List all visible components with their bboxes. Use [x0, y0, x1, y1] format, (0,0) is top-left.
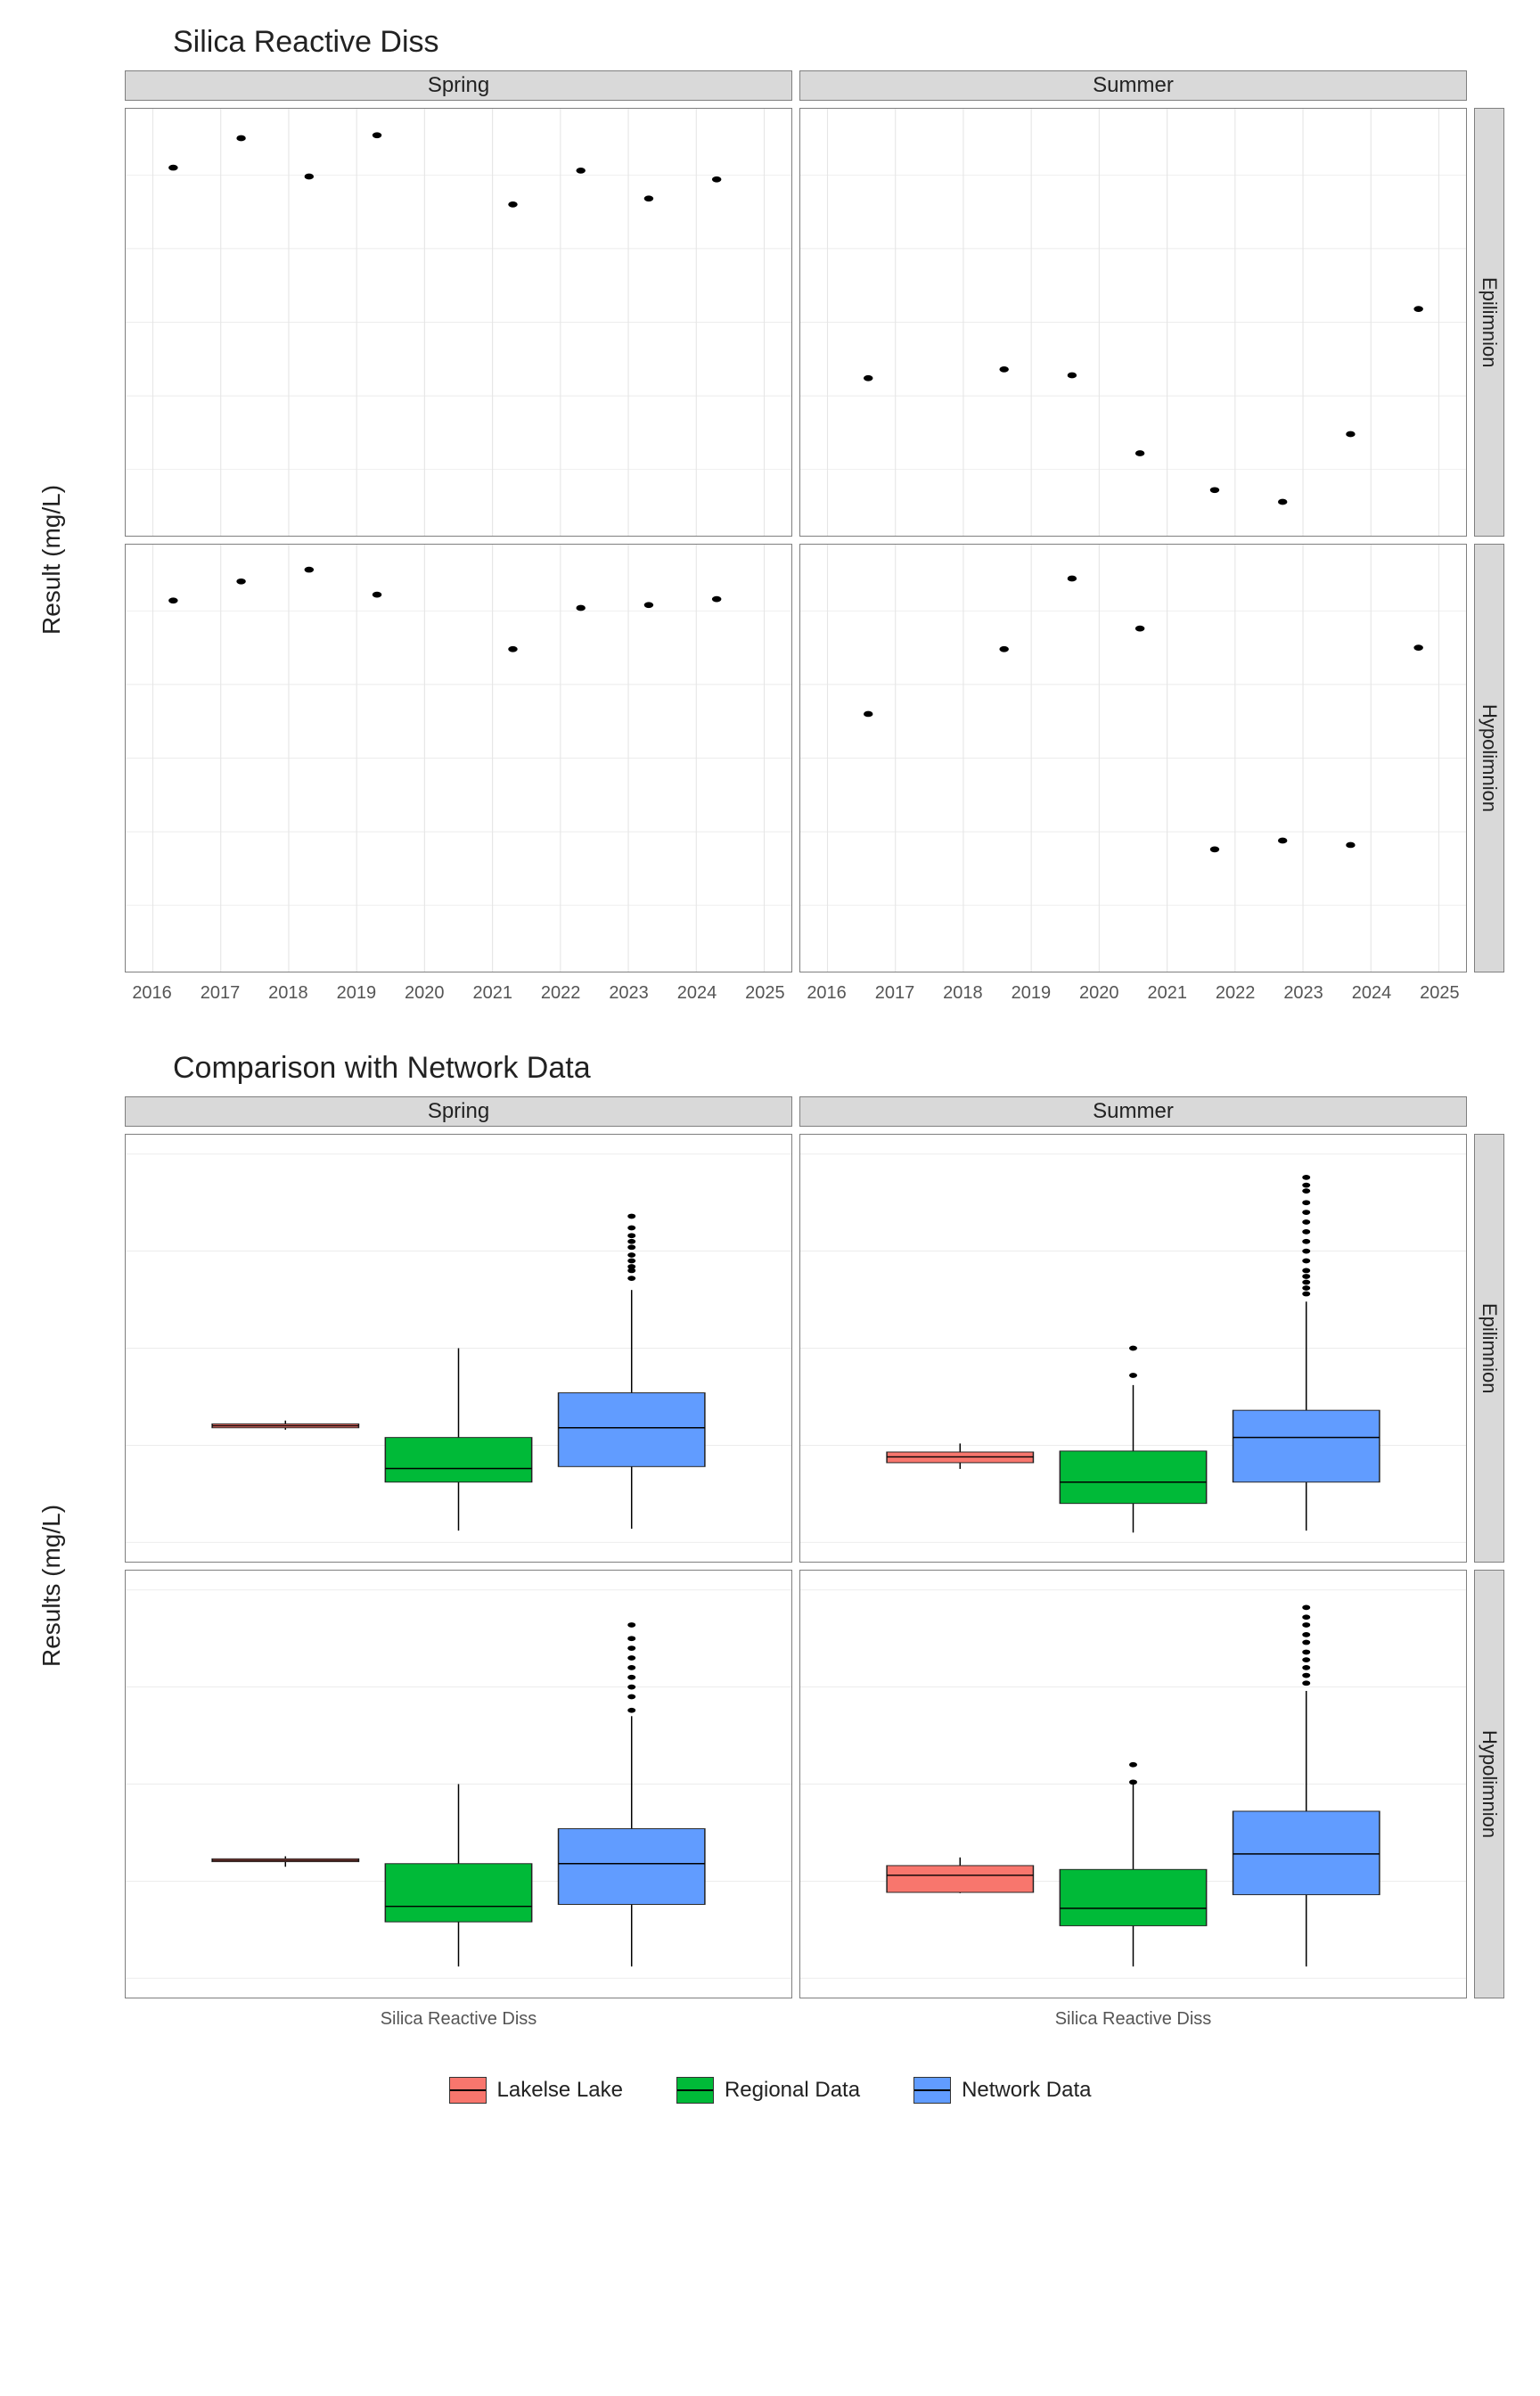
box-ylabel: Results (mg/L)	[37, 1505, 66, 1667]
legend: Lakelse Lake Regional Data Network Data	[36, 2077, 1504, 2104]
facet-col-strip: Spring	[125, 70, 792, 101]
legend-swatch	[913, 2077, 951, 2104]
x-tick: 2024	[677, 983, 717, 1004]
legend-label: Network Data	[962, 2078, 1091, 2103]
box-panel: 05101520	[125, 1134, 792, 1563]
scatter-panel: 4.04.55.05.56.0	[125, 108, 792, 537]
box-title: Comparison with Network Data	[173, 1051, 1504, 1086]
facet-row-strip: Epilimnion	[1474, 1134, 1504, 1563]
facet-col-strip: Summer	[799, 1096, 1467, 1127]
x-tick: 2019	[337, 983, 377, 1004]
scatter-ylabel: Result (mg/L)	[37, 485, 66, 635]
x-tick: 2019	[1012, 983, 1052, 1004]
x-tick: 2017	[201, 983, 241, 1004]
x-cat-label: Silica Reactive Diss	[1055, 2009, 1212, 2030]
facet-col-strip: Spring	[125, 1096, 792, 1127]
page: Silica Reactive Diss Result (mg/L) Sprin…	[0, 0, 1540, 2396]
legend-item: Regional Data	[676, 2077, 860, 2104]
scatter-panel: 4.04.55.05.56.0	[125, 544, 792, 972]
facet-col-strip: Summer	[799, 70, 1467, 101]
x-tick: 2020	[405, 983, 445, 1004]
x-tick: 2025	[1420, 983, 1460, 1004]
x-tick: 2018	[268, 983, 308, 1004]
x-tick: 2017	[875, 983, 915, 1004]
x-tick: 2021	[1147, 983, 1187, 1004]
legend-swatch	[676, 2077, 714, 2104]
x-tick: 2022	[541, 983, 581, 1004]
facet-row-strip: Epilimnion	[1474, 108, 1504, 537]
facet-row-strip: Hypolimnion	[1474, 544, 1504, 972]
box-panel: 05101520	[125, 1570, 792, 1998]
x-tick: 2016	[807, 983, 847, 1004]
box-chart: Comparison with Network Data Results (mg…	[36, 1051, 1504, 2041]
facet-row-strip: Hypolimnion	[1474, 1570, 1504, 1998]
box-panel	[799, 1134, 1467, 1563]
x-tick: 2024	[1352, 983, 1392, 1004]
legend-label: Regional Data	[725, 2078, 860, 2103]
legend-swatch	[449, 2077, 487, 2104]
scatter-panel	[799, 108, 1467, 537]
legend-item: Lakelse Lake	[449, 2077, 623, 2104]
legend-item: Network Data	[913, 2077, 1091, 2104]
x-tick: 2018	[943, 983, 983, 1004]
x-tick: 2025	[745, 983, 785, 1004]
legend-label: Lakelse Lake	[497, 2078, 623, 2103]
x-tick: 2021	[472, 983, 512, 1004]
x-tick: 2023	[1283, 983, 1323, 1004]
x-cat-label: Silica Reactive Diss	[381, 2009, 537, 2030]
x-tick: 2020	[1079, 983, 1119, 1004]
x-tick: 2016	[132, 983, 172, 1004]
x-tick: 2023	[609, 983, 649, 1004]
scatter-chart: Silica Reactive Diss Result (mg/L) Sprin…	[36, 25, 1504, 1015]
scatter-panel	[799, 544, 1467, 972]
x-tick: 2022	[1216, 983, 1256, 1004]
box-panel	[799, 1570, 1467, 1998]
scatter-title: Silica Reactive Diss	[173, 25, 1504, 60]
